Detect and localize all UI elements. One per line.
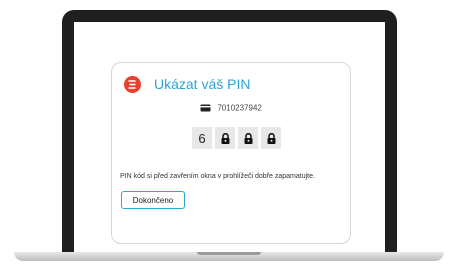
- pin-digit-value: 6: [198, 130, 206, 146]
- pin-digit-2: [215, 127, 235, 149]
- laptop-frame: Ukázat váš PIN 7010237942 6 PIN kód si p…: [62, 10, 397, 254]
- dialog-title: Ukázat váš PIN: [154, 76, 251, 92]
- credit-card-icon: [200, 104, 211, 112]
- pin-display: 6: [192, 127, 281, 149]
- lock-icon: [267, 132, 275, 144]
- card-number: 7010237942: [217, 103, 262, 113]
- laptop-screen: Ukázat váš PIN 7010237942 6 PIN kód si p…: [74, 22, 385, 252]
- pin-note: PIN kód si před zavřením okna v prohlíže…: [120, 173, 315, 180]
- show-pin-dialog: Ukázat váš PIN 7010237942 6 PIN kód si p…: [111, 62, 351, 244]
- bank-logo-icon: [124, 76, 141, 93]
- pin-digit-1: 6: [192, 127, 212, 149]
- done-button[interactable]: Dokončeno: [121, 191, 185, 209]
- lock-icon: [221, 132, 229, 144]
- laptop-base: [14, 252, 444, 261]
- laptop-base-notch: [197, 252, 261, 255]
- lock-icon: [244, 132, 252, 144]
- pin-digit-4: [261, 127, 281, 149]
- pin-digit-3: [238, 127, 258, 149]
- card-info: 7010237942: [112, 103, 350, 112]
